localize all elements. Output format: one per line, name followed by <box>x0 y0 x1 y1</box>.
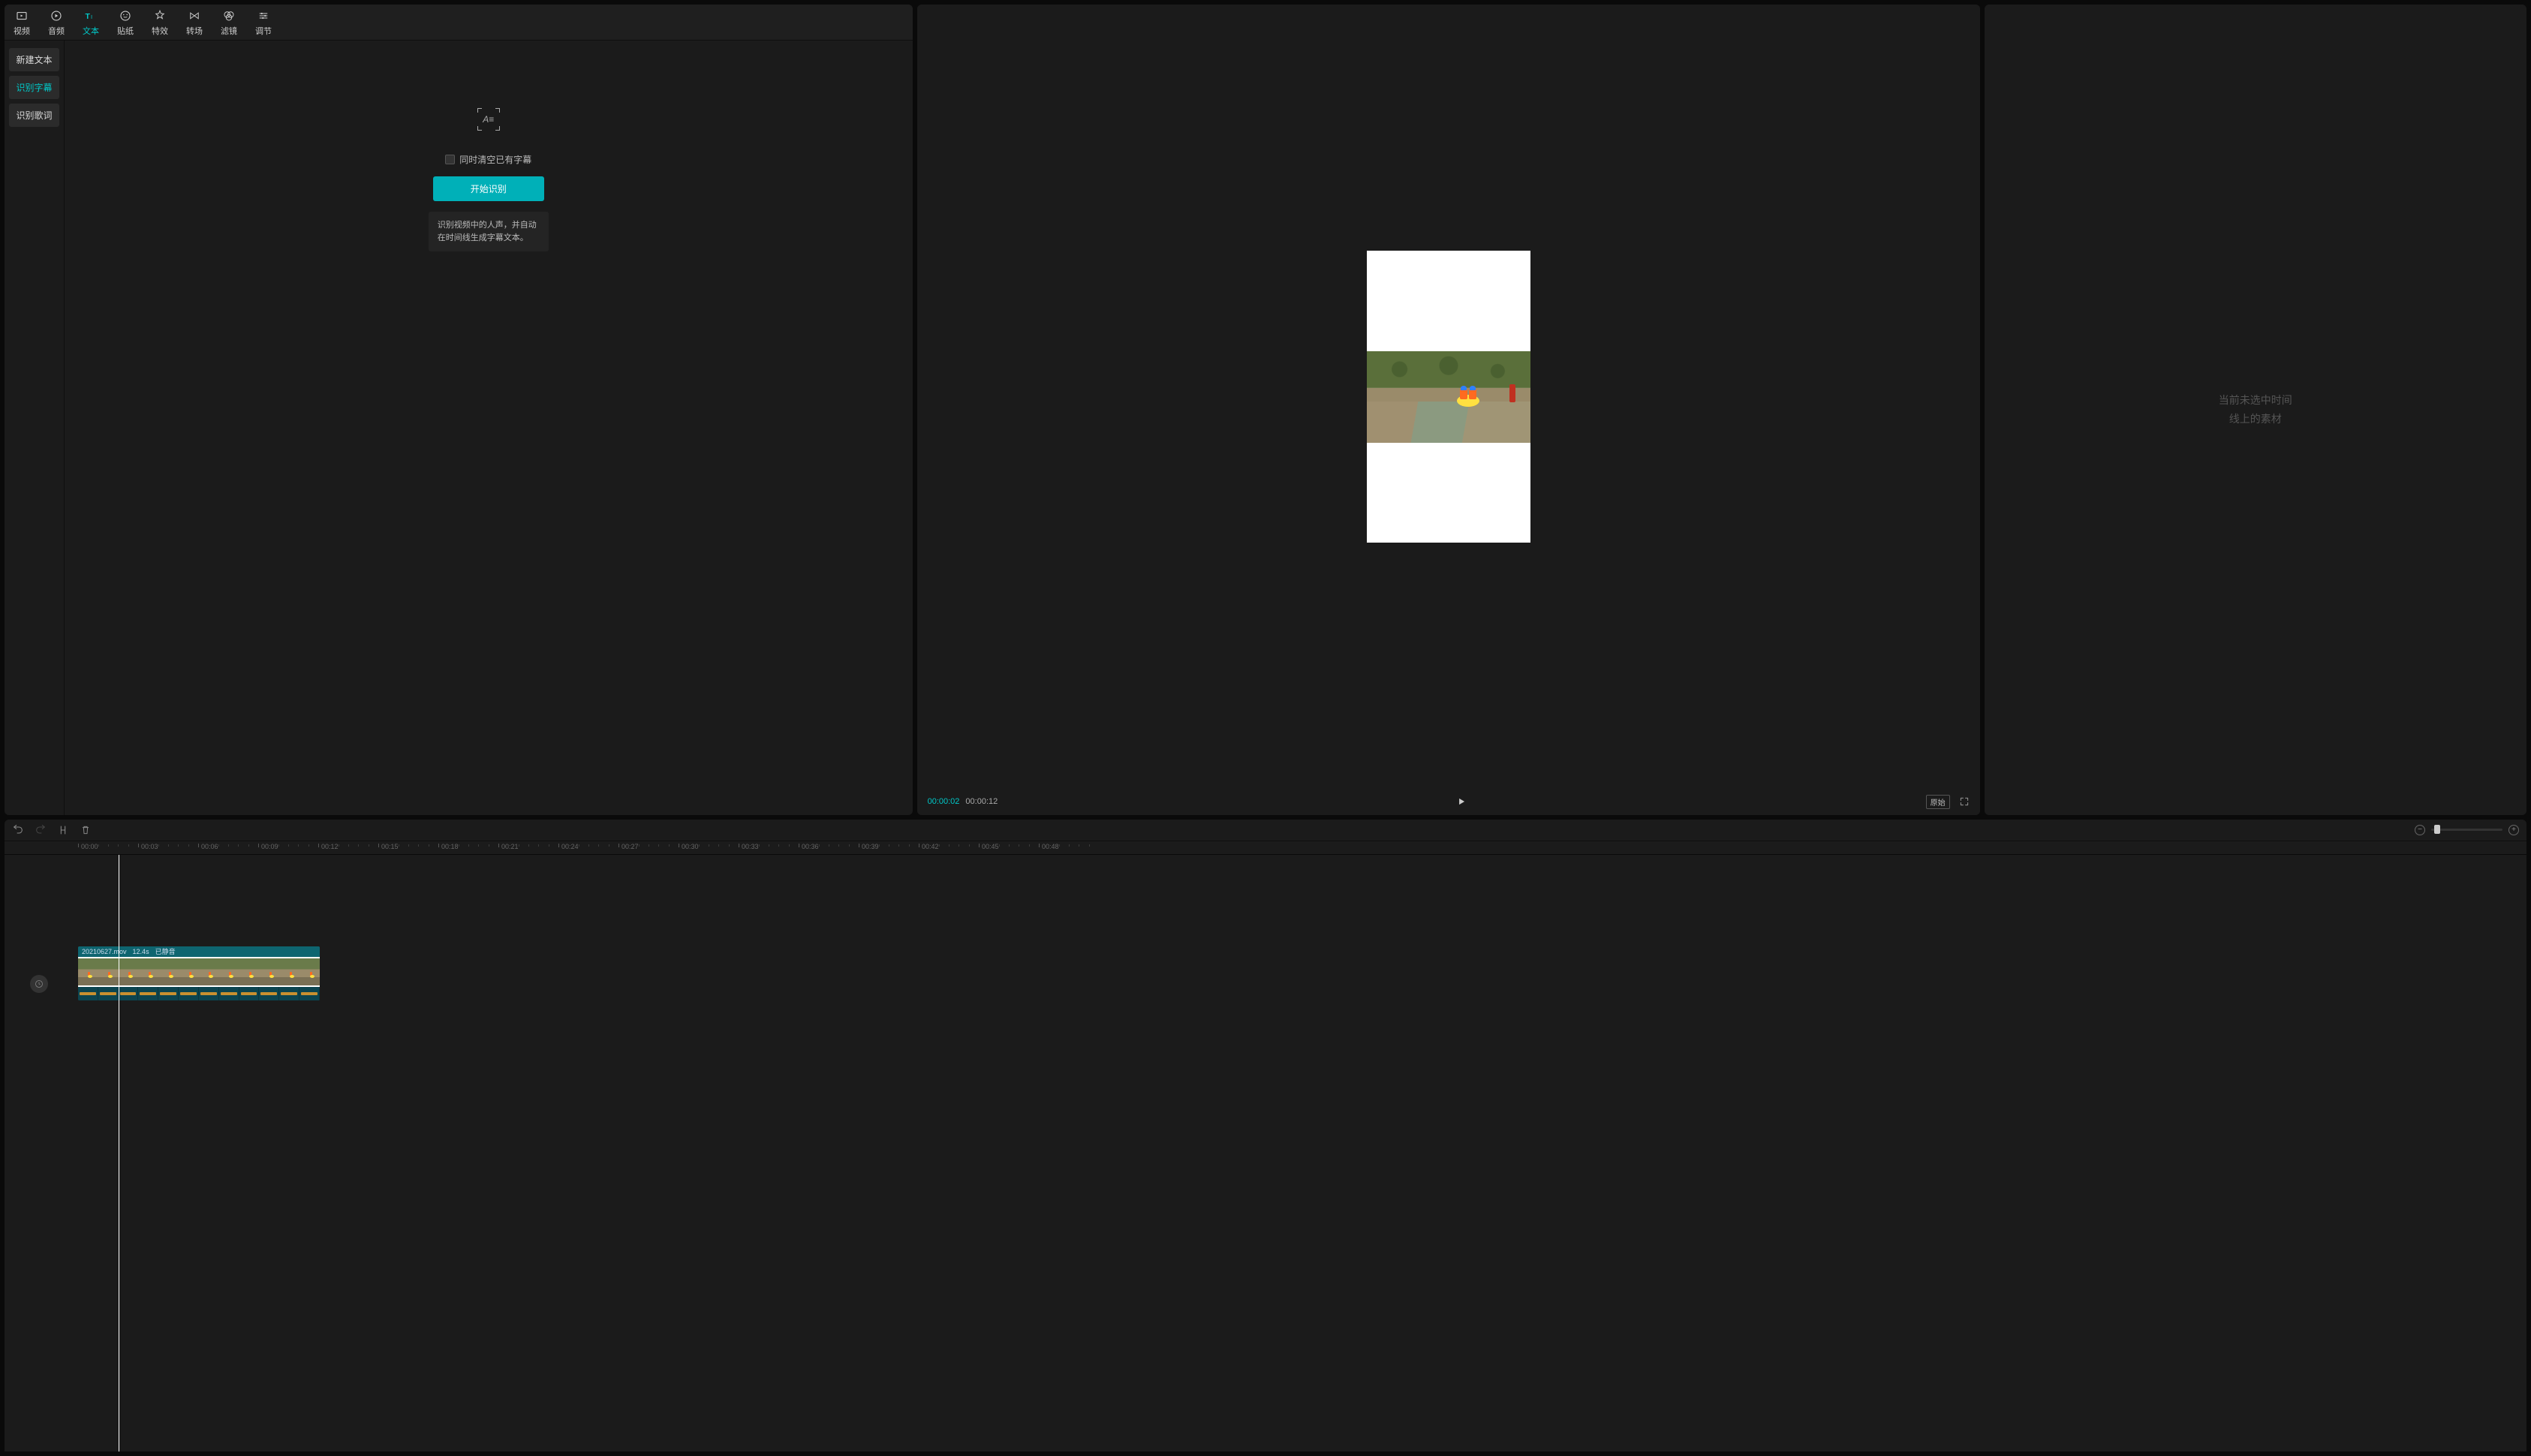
undo-icon <box>12 824 24 836</box>
play-icon <box>1456 796 1467 807</box>
category-tabs: 视频 音频 TI 文本 贴纸 特效 <box>5 5 913 41</box>
trash-icon <box>80 824 92 836</box>
clear-existing-row[interactable]: 同时清空已有字幕 <box>445 153 531 166</box>
redo-button[interactable] <box>35 824 47 836</box>
cat-label: 音频 <box>48 25 65 37</box>
cat-label: 调节 <box>255 25 272 37</box>
current-time: 00:00:02 <box>928 797 960 806</box>
preview-panel: 00:00:02 00:00:12 原始 <box>917 5 1980 815</box>
delete-button[interactable] <box>80 824 92 836</box>
transition-icon <box>188 9 201 23</box>
timeline-clip[interactable]: 20210627.mov 12.4s 已静音 <box>78 946 320 1000</box>
sticker-icon <box>119 9 132 23</box>
zoom-control: − + <box>2415 825 2519 835</box>
left-body: 新建文本 识别字幕 识别歌词 A≡ 同时清空已有字幕 开始识别 识别视 <box>5 41 913 815</box>
cat-text[interactable]: TI 文本 <box>74 5 108 40</box>
preview-canvas <box>1367 251 1530 543</box>
top-row: 视频 音频 TI 文本 贴纸 特效 <box>5 5 2526 815</box>
cat-transition[interactable]: 转场 <box>177 5 212 40</box>
clear-existing-checkbox[interactable] <box>445 155 455 164</box>
timeline-ruler[interactable]: 00:0000:0300:0600:0900:1200:1500:1800:21… <box>5 841 2526 855</box>
cat-adjust[interactable]: 调节 <box>246 5 281 40</box>
play-button[interactable] <box>1456 796 1467 807</box>
clip-mute-label: 已静音 <box>155 946 176 956</box>
preview-controls: 00:00:02 00:00:12 原始 <box>917 789 1980 815</box>
fullscreen-icon <box>1959 796 1970 807</box>
track-toggle-button[interactable] <box>30 975 48 993</box>
preview-body[interactable] <box>917 5 1980 789</box>
inspector-panel: 当前未选中时间 线上的素材 <box>1985 5 2526 815</box>
zoom-slider[interactable] <box>2431 829 2502 831</box>
aspect-ratio-button[interactable]: 原始 <box>1926 795 1950 809</box>
redo-icon <box>35 824 47 836</box>
adjust-icon <box>257 9 270 23</box>
clip-header: 20210627.mov 12.4s 已静音 <box>78 946 320 957</box>
subtitle-recognition-panel: A≡ 同时清空已有字幕 开始识别 识别视频中的人声，并自动在时间线生成字幕文本。 <box>65 41 913 815</box>
cat-label: 文本 <box>83 25 99 37</box>
split-icon <box>57 824 69 836</box>
clip-filename: 20210627.mov <box>82 948 127 955</box>
sub-new-text[interactable]: 新建文本 <box>9 48 59 71</box>
fullscreen-button[interactable] <box>1959 796 1970 807</box>
cat-video[interactable]: 视频 <box>5 5 39 40</box>
text-icon: TI <box>84 9 98 23</box>
svg-text:T: T <box>86 12 91 21</box>
recognition-description: 识别视频中的人声，并自动在时间线生成字幕文本。 <box>429 212 549 251</box>
video-icon <box>15 9 29 23</box>
filter-icon <box>222 9 236 23</box>
audio-icon <box>50 9 63 23</box>
clear-existing-label: 同时清空已有字幕 <box>459 153 531 166</box>
cat-sticker[interactable]: 贴纸 <box>108 5 143 40</box>
video-frame <box>1367 351 1530 443</box>
total-time: 00:00:12 <box>965 797 998 806</box>
zoom-in-button[interactable]: + <box>2508 825 2519 835</box>
cat-effect[interactable]: 特效 <box>143 5 177 40</box>
sub-recognize-lyrics[interactable]: 识别歌词 <box>9 104 59 127</box>
cat-label: 转场 <box>186 25 203 37</box>
effect-icon <box>153 9 167 23</box>
cat-label: 滤镜 <box>221 25 237 37</box>
zoom-out-button[interactable]: − <box>2415 825 2425 835</box>
split-button[interactable] <box>57 824 69 836</box>
app-root: 视频 音频 TI 文本 贴纸 特效 <box>0 0 2531 1456</box>
clip-thumbnails <box>78 957 320 987</box>
text-sub-tabs: 新建文本 识别字幕 识别歌词 <box>5 41 65 815</box>
timeline-toolbar: − + <box>5 820 2526 841</box>
cat-audio[interactable]: 音频 <box>39 5 74 40</box>
start-recognition-button[interactable]: 开始识别 <box>433 176 544 201</box>
cat-filter[interactable]: 滤镜 <box>212 5 246 40</box>
undo-button[interactable] <box>12 824 24 836</box>
sub-recognize-subtitle[interactable]: 识别字幕 <box>9 76 59 99</box>
cat-label: 特效 <box>152 25 168 37</box>
cat-label: 视频 <box>14 25 30 37</box>
clip-duration: 12.4s <box>133 948 149 955</box>
clip-audio-waveform <box>78 987 320 1000</box>
subtitle-frame-icon: A≡ <box>477 108 500 131</box>
clock-icon <box>35 979 44 988</box>
timeline-body[interactable]: 20210627.mov 12.4s 已静音 <box>5 855 2526 1451</box>
inspector-empty-message: 当前未选中时间 线上的素材 <box>2219 391 2292 429</box>
media-panel: 视频 音频 TI 文本 贴纸 特效 <box>5 5 913 815</box>
timeline-panel: − + 00:0000:0300:0600:0900:1200:1500:180… <box>5 820 2526 1451</box>
cat-label: 贴纸 <box>117 25 134 37</box>
svg-text:I: I <box>91 14 92 20</box>
